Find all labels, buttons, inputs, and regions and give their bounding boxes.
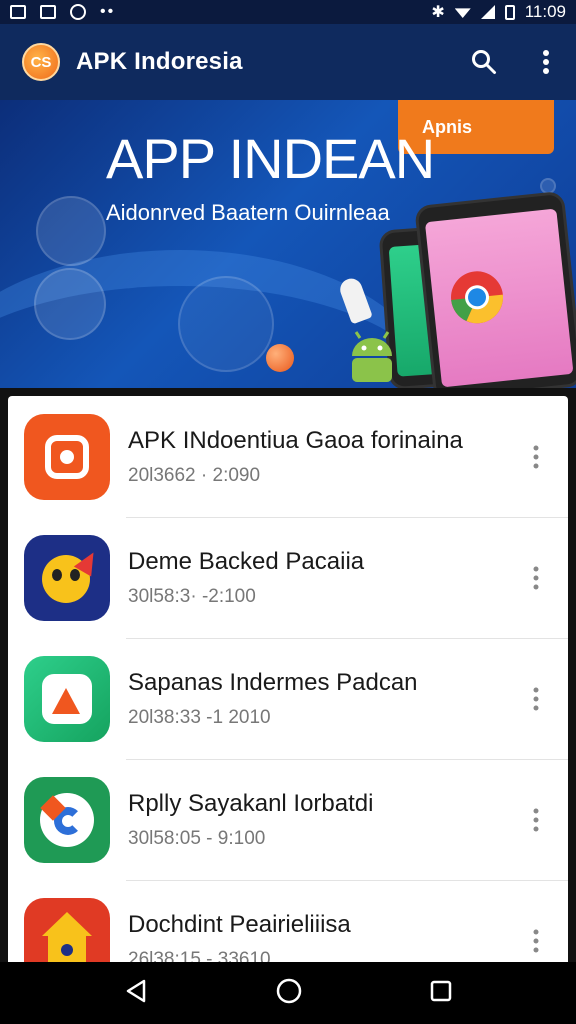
app-meta: 30l58:05 - 9:100 <box>128 827 266 849</box>
wifi-icon <box>454 8 471 18</box>
item-overflow-button[interactable] <box>516 679 556 719</box>
signal-icon <box>480 5 495 19</box>
app-title: Deme Backed Pacaiia <box>128 547 365 575</box>
sun-character-app-icon <box>24 534 110 621</box>
green-letter-app-icon <box>24 655 110 742</box>
search-icon <box>472 50 496 74</box>
logo-text: CS <box>30 53 52 71</box>
home-button[interactable] <box>275 977 303 1010</box>
chrome-icon <box>451 271 504 324</box>
app-title: Dochdint Peairieliiisa <box>128 910 351 938</box>
app-list: APK INdoentiua Gaoa forinaina 20l3662 · … <box>8 396 568 976</box>
orange-camera-app-icon <box>24 413 110 500</box>
banner-subtitle: Aidonrved Baatern Ouirnleaa <box>106 200 390 225</box>
status-bar: •• ✱ 11:09 <box>0 0 576 24</box>
battery-icon <box>504 4 515 20</box>
app-meta: 20l3662 · 2:090 <box>128 464 261 486</box>
item-overflow-button[interactable] <box>516 558 556 598</box>
navigation-bar <box>0 962 576 1024</box>
back-icon <box>126 979 146 1002</box>
overflow-menu-icon <box>533 445 539 468</box>
list-item[interactable]: APK INdoentiua Gaoa forinaina 20l3662 · … <box>8 396 568 517</box>
app-title: APK INdoentiua Gaoa forinaina <box>128 426 463 454</box>
item-overflow-button[interactable] <box>516 921 556 961</box>
search-button[interactable] <box>470 48 498 76</box>
overflow-menu-icon <box>533 687 539 710</box>
recents-button[interactable] <box>429 979 453 1008</box>
system-icons: ✱ 11:09 <box>431 2 566 22</box>
camera-icon <box>34 268 106 340</box>
overflow-menu-icon <box>533 808 539 831</box>
bluetooth-icon: ✱ <box>431 4 445 21</box>
app-meta: 30l58:3· -2:100 <box>128 585 256 607</box>
sync-icon <box>70 4 86 20</box>
overflow-menu-button[interactable] <box>532 48 560 76</box>
status-time: 11:09 <box>524 2 566 21</box>
image-icon <box>40 5 56 19</box>
list-item[interactable]: Sapanas Indermes Padcan 20l38:33 -1 2010 <box>8 638 568 759</box>
item-overflow-button[interactable] <box>516 800 556 840</box>
recents-icon <box>430 980 452 1001</box>
image-icon <box>10 5 26 19</box>
list-item[interactable]: Deme Backed Pacaiia 30l58:3· -2:100 <box>8 517 568 638</box>
home-icon <box>276 978 302 1003</box>
android-icon <box>352 331 392 382</box>
ball-decoration <box>266 344 294 372</box>
overflow-menu-icon <box>533 929 539 952</box>
app-title: Rplly Sayakanl Iorbatdi <box>128 789 374 817</box>
more-notifications-icon: •• <box>100 3 116 20</box>
app-meta: 20l38:33 -1 2010 <box>128 706 271 728</box>
back-button[interactable] <box>123 978 149 1009</box>
list-item[interactable]: Rplly Sayakanl Iorbatdi 30l58:05 - 9:100 <box>8 759 568 880</box>
promo-banner[interactable]: Apnis APP INDEAN Aidonrved Baatern Ouirn… <box>0 100 576 388</box>
notification-icons: •• <box>10 4 115 20</box>
overflow-menu-icon <box>543 50 549 74</box>
download-icon <box>36 196 106 266</box>
bubble-decoration <box>178 276 274 372</box>
app-title: APK Indoresia <box>76 48 243 75</box>
app-logo: CS <box>22 43 60 81</box>
green-g-app-icon <box>24 776 110 863</box>
item-overflow-button[interactable] <box>516 437 556 477</box>
app-title: Sapanas Indermes Padcan <box>128 668 418 696</box>
banner-title: APP INDEAN <box>106 127 435 190</box>
app-bar: CS APK Indoresia <box>0 24 576 100</box>
phone-illustration-front <box>414 190 576 388</box>
overflow-menu-icon <box>533 566 539 589</box>
